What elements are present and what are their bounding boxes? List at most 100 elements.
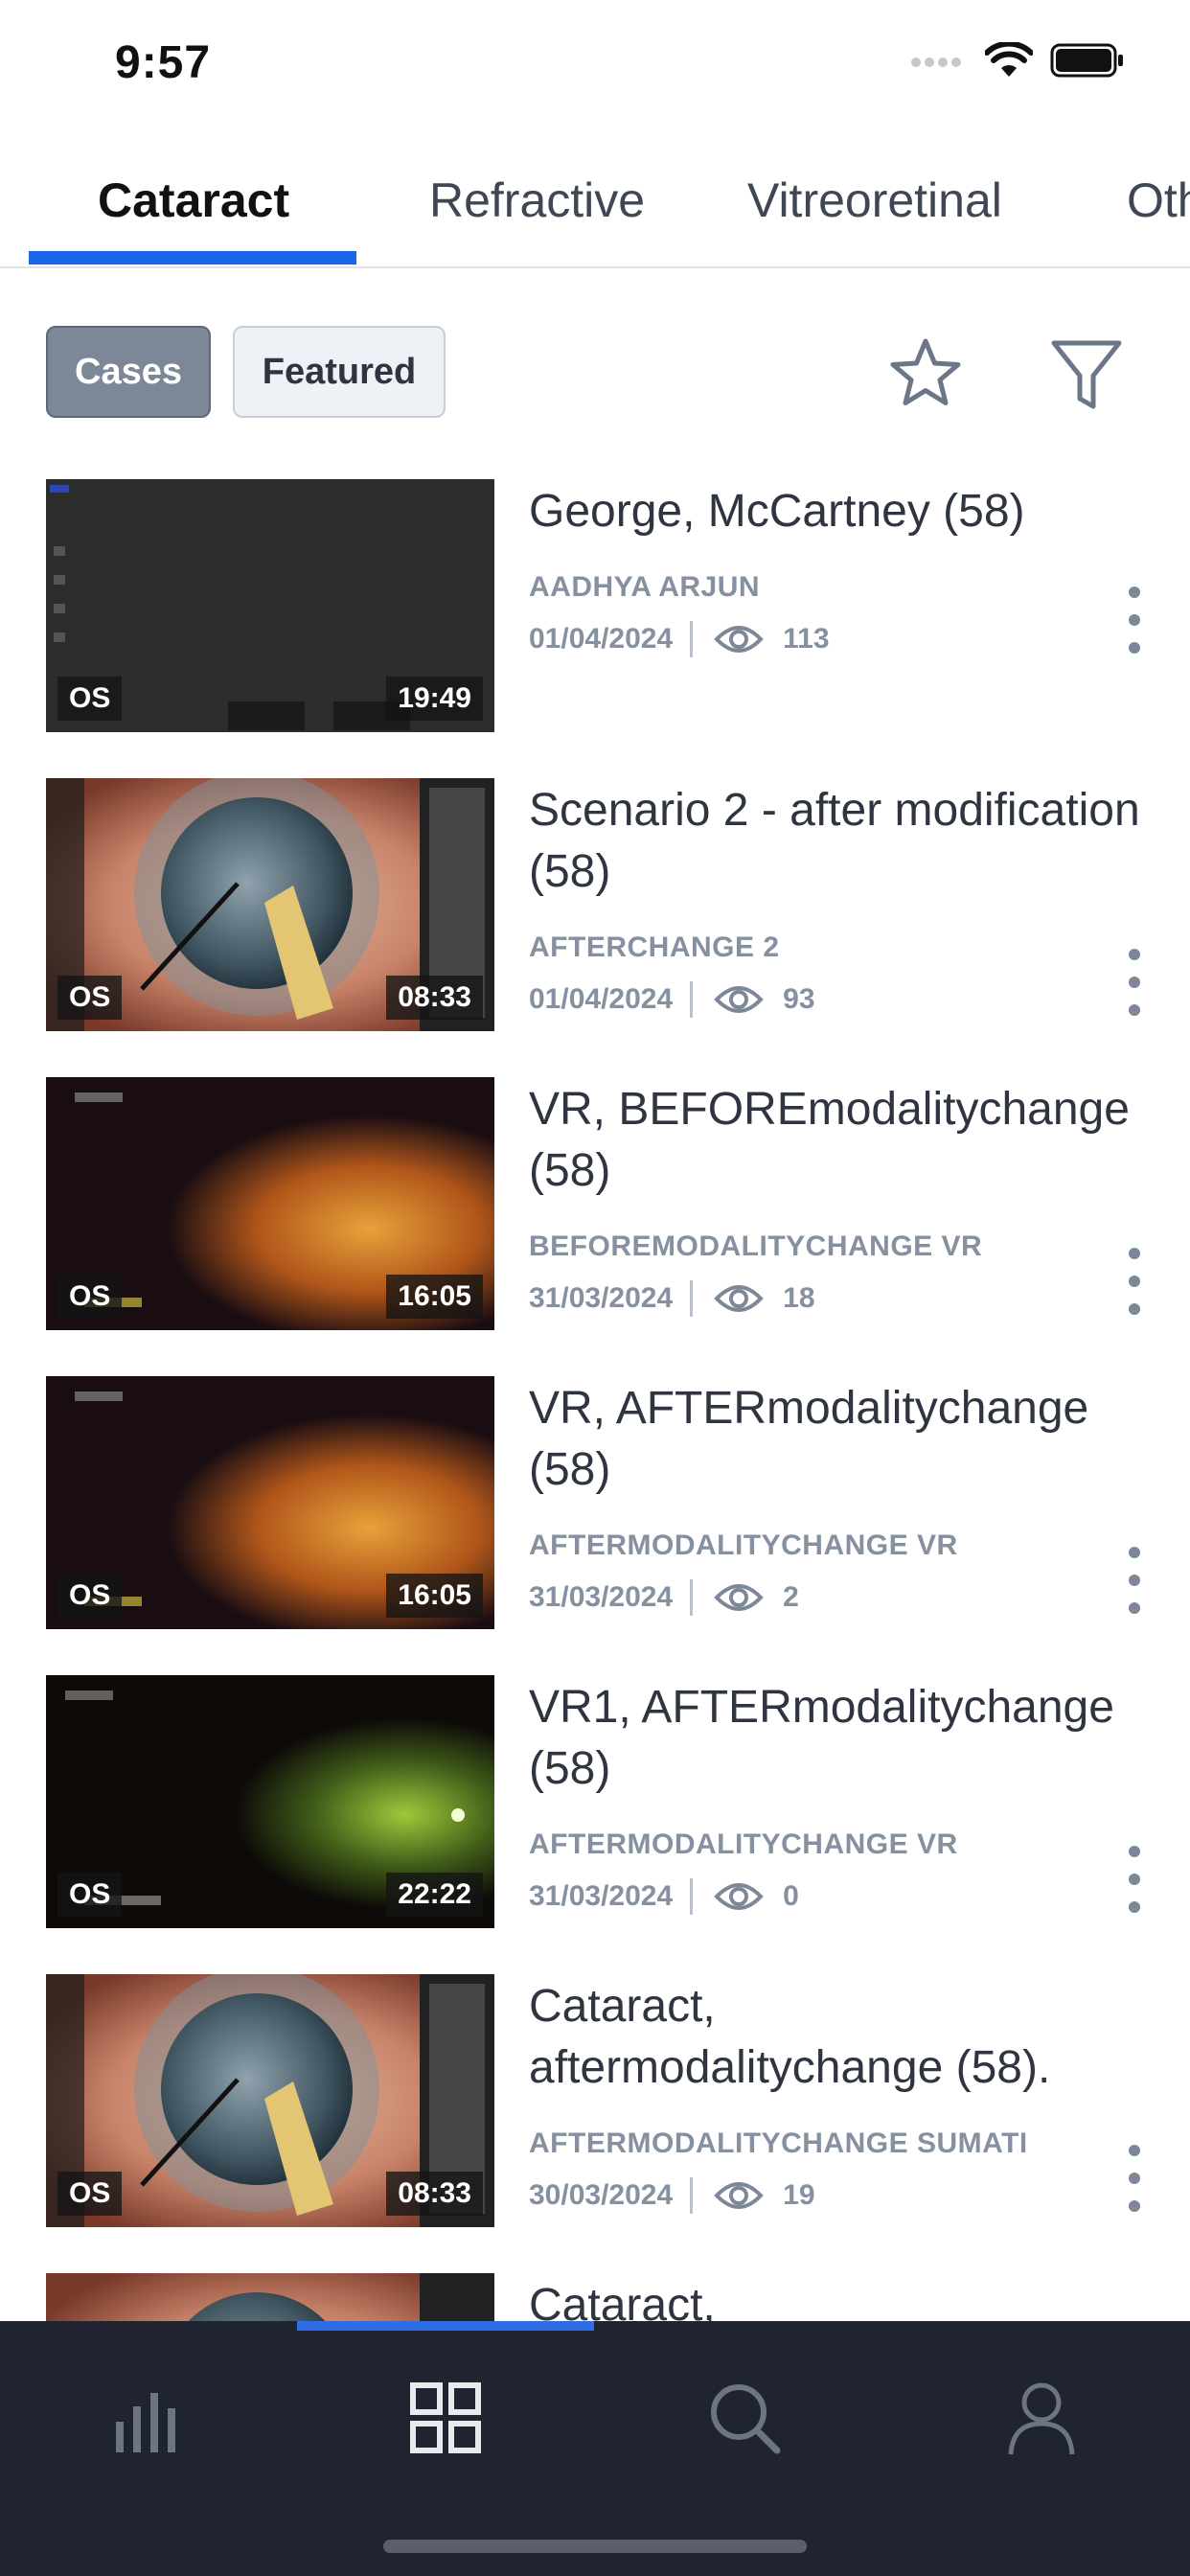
view-count: 113	[783, 623, 830, 655]
home-indicator	[383, 2540, 807, 2553]
tab-vitreoretinal[interactable]: Vitreoretinal	[747, 172, 1002, 228]
list-item[interactable]: OS 16:05 VR, BEFOREmodalitychange (58) B…	[0, 1077, 1190, 1334]
case-author: AFTERCHANGE 2	[529, 932, 780, 963]
tab-cataract[interactable]: Cataract	[98, 172, 289, 228]
duration-badge: 16:05	[386, 1275, 483, 1319]
duration-badge: 16:05	[386, 1574, 483, 1618]
eye-side-badge: OS	[57, 1275, 123, 1319]
view-count: 93	[783, 983, 815, 1015]
case-author: BEFOREMODALITYCHANGE VR	[529, 1230, 983, 1262]
case-thumbnail[interactable]: OS 22:22	[46, 1675, 494, 1928]
case-meta: 31/03/2024 18	[529, 1280, 815, 1317]
eye-side-badge: OS	[57, 976, 123, 1020]
case-thumbnail[interactable]: OS 16:05	[46, 1077, 494, 1330]
more-options-button[interactable]	[1119, 1547, 1150, 1614]
case-date: 01/04/2024	[529, 623, 674, 655]
tab-other[interactable]: Other	[1127, 172, 1190, 228]
tab-refractive[interactable]: Refractive	[429, 172, 645, 228]
list-item[interactable]: OS 16:05 VR, AFTERmodalitychange (58) AF…	[0, 1376, 1190, 1633]
more-options-button[interactable]	[1119, 1248, 1150, 1315]
list-item[interactable]: OS 19:49 George, McCartney (58) AADHYA A…	[0, 479, 1190, 736]
eye-side-badge: OS	[57, 1574, 123, 1618]
nav-stats[interactable]	[96, 2365, 201, 2471]
eye-side-badge: OS	[57, 677, 123, 721]
status-time: 9:57	[115, 37, 212, 88]
nav-cases[interactable]	[393, 2365, 498, 2471]
case-date: 31/03/2024	[529, 1880, 674, 1912]
meta-divider	[690, 1579, 694, 1616]
view-count: 2	[783, 1581, 799, 1613]
case-meta: 01/04/2024 93	[529, 981, 815, 1018]
meta-divider	[690, 2177, 694, 2214]
views-eye-icon	[714, 986, 764, 1013]
duration-badge: 22:22	[386, 1873, 483, 1917]
battery-icon	[1050, 43, 1123, 78]
view-count: 19	[783, 2179, 815, 2211]
list-item[interactable]: OS 08:33 Scenario 2 - after modification…	[0, 778, 1190, 1035]
star-icon[interactable]	[885, 334, 966, 414]
list-item[interactable]: OS 22:22 VR1, AFTERmodalitychange (58) A…	[0, 1675, 1190, 1932]
cellular-signal-icon	[911, 58, 961, 67]
stats-icon	[116, 2393, 175, 2452]
grid-icon	[410, 2382, 481, 2453]
eye-side-badge: OS	[57, 2172, 123, 2216]
meta-divider	[690, 981, 694, 1018]
eye-side-badge: OS	[57, 1873, 123, 1917]
views-eye-icon	[714, 2182, 764, 2209]
views-eye-icon	[714, 1285, 764, 1312]
cases-button[interactable]: Cases	[46, 326, 211, 418]
case-date: 31/03/2024	[529, 1581, 674, 1613]
case-title[interactable]: George, McCartney (58)	[529, 481, 1142, 542]
more-options-button[interactable]	[1119, 949, 1150, 1016]
featured-button[interactable]: Featured	[233, 326, 446, 418]
case-date: 01/04/2024	[529, 983, 674, 1015]
case-meta: 31/03/2024 0	[529, 1878, 799, 1915]
views-eye-icon	[714, 1584, 764, 1611]
more-options-button[interactable]	[1119, 586, 1150, 654]
case-title[interactable]: VR1, AFTERmodalitychange (58)	[529, 1677, 1142, 1800]
nav-profile[interactable]	[989, 2365, 1094, 2471]
status-bar: 9:57	[0, 0, 1190, 125]
case-meta: 01/04/2024 113	[529, 621, 830, 657]
case-thumbnail[interactable]: OS 08:33	[46, 1974, 494, 2227]
wifi-icon	[985, 42, 1033, 77]
case-author: AFTERMODALITYCHANGE VR	[529, 1530, 958, 1561]
case-date: 30/03/2024	[529, 2179, 674, 2211]
search-icon	[711, 2384, 781, 2454]
view-count: 0	[783, 1880, 799, 1912]
duration-badge: 08:33	[386, 2172, 483, 2216]
views-eye-icon	[714, 1883, 764, 1910]
meta-divider	[690, 1878, 694, 1915]
active-nav-indicator	[297, 2321, 594, 2331]
case-author: AADHYA ARJUN	[529, 571, 761, 603]
case-meta: 30/03/2024 19	[529, 2177, 815, 2214]
meta-divider	[690, 621, 694, 657]
more-options-button[interactable]	[1119, 2145, 1150, 2212]
duration-badge: 19:49	[386, 677, 483, 721]
case-author: AFTERMODALITYCHANGE VR	[529, 1828, 958, 1860]
filter-toolbar: Cases Featured	[0, 326, 1190, 422]
case-date: 31/03/2024	[529, 1282, 674, 1314]
case-title[interactable]: Cataract, aftermodalitychange (58).	[529, 1976, 1142, 2099]
bottom-navigation	[0, 2321, 1190, 2576]
active-tab-indicator	[29, 251, 356, 264]
more-options-button[interactable]	[1119, 1846, 1150, 1913]
duration-badge: 08:33	[386, 976, 483, 1020]
case-author: AFTERMODALITYCHANGE SUMATI	[529, 2128, 1028, 2159]
views-eye-icon	[714, 626, 764, 653]
case-title[interactable]: VR, BEFOREmodalitychange (58)	[529, 1079, 1142, 1202]
status-icons	[910, 42, 1125, 79]
profile-icon	[1008, 2382, 1075, 2455]
meta-divider	[690, 1280, 694, 1317]
case-title[interactable]: VR, AFTERmodalitychange (58)	[529, 1378, 1142, 1501]
case-thumbnail[interactable]: OS 19:49	[46, 479, 494, 732]
case-thumbnail[interactable]: OS 16:05	[46, 1376, 494, 1629]
filter-icon[interactable]	[1046, 334, 1127, 414]
case-thumbnail[interactable]: OS 08:33	[46, 778, 494, 1031]
list-item[interactable]: OS 08:33 Cataract, aftermodalitychange (…	[0, 1974, 1190, 2231]
nav-search[interactable]	[692, 2365, 797, 2471]
case-title[interactable]: Scenario 2 - after modification (58)	[529, 780, 1142, 903]
view-count: 18	[783, 1282, 815, 1314]
category-tabs: Cataract Refractive Vitreoretinal Other	[0, 144, 1190, 268]
case-meta: 31/03/2024 2	[529, 1579, 799, 1616]
